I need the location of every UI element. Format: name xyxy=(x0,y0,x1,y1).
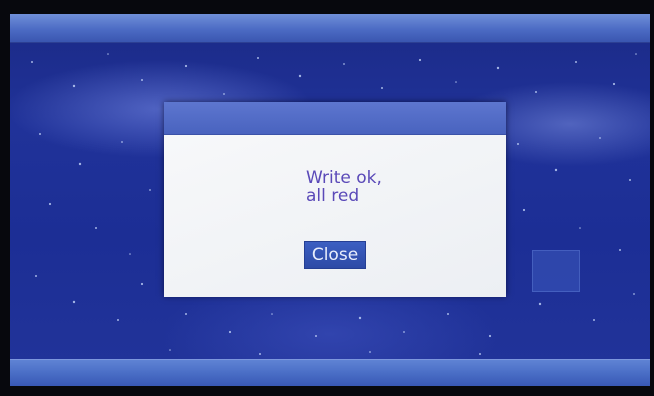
device-bezel: Write ok, all red Close xyxy=(0,0,654,396)
bottom-taskbar xyxy=(10,359,650,386)
dialog-message: Write ok, all red xyxy=(306,168,382,206)
dialog-body: Write ok, all red Close xyxy=(164,135,506,297)
top-status-bar xyxy=(10,14,650,43)
screen: Write ok, all red Close xyxy=(10,14,650,386)
close-button[interactable]: Close xyxy=(304,241,366,269)
background-widget-tile xyxy=(532,250,580,292)
dialog-title-bar xyxy=(164,102,506,135)
message-dialog: Write ok, all red Close xyxy=(164,102,506,297)
